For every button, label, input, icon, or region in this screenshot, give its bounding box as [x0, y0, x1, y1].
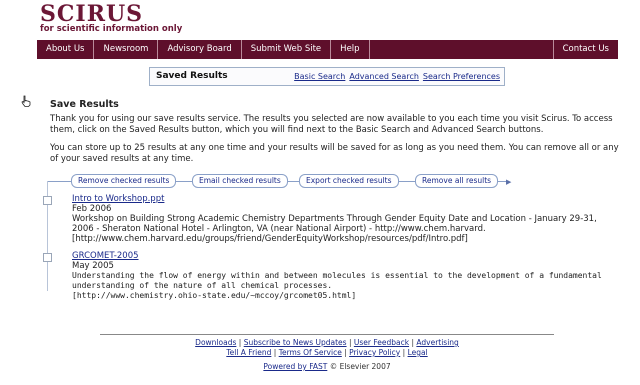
- saved-results-title: Saved Results: [156, 71, 228, 81]
- basic-search-link[interactable]: Basic Search: [294, 72, 345, 81]
- intro-paragraph: Thank you for using our save results ser…: [50, 114, 613, 135]
- result-date: Feb 2006: [72, 204, 112, 214]
- nav-newsroom[interactable]: Newsroom: [94, 40, 159, 59]
- email-checked-button[interactable]: Email checked results: [192, 174, 288, 188]
- footer-separator: |: [348, 338, 352, 347]
- footer-separator: |: [344, 348, 347, 357]
- search-links: Basic Search Advanced Search Search Pref…: [294, 72, 500, 81]
- footer-divider: [100, 334, 554, 335]
- result-description: Workshop on Building Strong Academic Che…: [72, 214, 597, 234]
- logo-wordmark: SCIRUS: [40, 1, 144, 27]
- nav-help[interactable]: Help: [331, 40, 370, 59]
- footer-separator: |: [273, 348, 277, 357]
- advanced-search-link[interactable]: Advanced Search: [349, 72, 419, 81]
- main-navbar: About Us Newsroom Advisory Board Submit …: [37, 40, 618, 59]
- remove-checked-button[interactable]: Remove checked results: [71, 174, 177, 188]
- export-checked-button[interactable]: Export checked results: [299, 174, 399, 188]
- nav-about-us[interactable]: About Us: [37, 40, 95, 59]
- result-url: [http://www.chemistry.ohio-state.edu/~mc…: [72, 291, 357, 300]
- result-description: Understanding the flow of energy within …: [72, 271, 602, 290]
- result-title-link[interactable]: GRCOMET-2005: [72, 251, 139, 261]
- nav-contact-us[interactable]: Contact Us: [552, 40, 618, 59]
- remove-all-button[interactable]: Remove all results: [415, 174, 499, 188]
- footer-separator: |: [411, 338, 414, 347]
- result-item: GRCOMET-2005 May 2005 Understanding the …: [72, 251, 612, 301]
- footer-row-1: Downloads | Subscribe to News Updates | …: [100, 338, 554, 347]
- result-checkbox[interactable]: [43, 253, 52, 262]
- hand-pointer-icon: [21, 95, 31, 107]
- nav-advisory-board[interactable]: Advisory Board: [158, 40, 242, 59]
- footer-row-3: Powered by FAST © Elsevier 2007: [100, 362, 554, 371]
- logo-tagline: for scientific information only: [40, 24, 183, 34]
- result-item: Intro to Workshop.ppt Feb 2006 Workshop …: [72, 194, 612, 244]
- arrow-right-icon: ▶: [506, 178, 512, 186]
- search-preferences-link[interactable]: Search Preferences: [423, 72, 500, 81]
- result-date: May 2005: [72, 261, 114, 271]
- result-title-link[interactable]: Intro to Workshop.ppt: [72, 194, 164, 204]
- result-checkbox[interactable]: [43, 196, 52, 205]
- footer-downloads-link[interactable]: Downloads: [195, 338, 236, 347]
- footer-separator: |: [402, 348, 406, 357]
- saved-results-bar: Saved Results Basic Search Advanced Sear…: [149, 67, 505, 86]
- storage-paragraph: You can store up to 25 results at any on…: [50, 143, 619, 164]
- main-content: Save Results Thank you for using our sav…: [50, 99, 620, 172]
- footer-feedback-link[interactable]: User Feedback: [354, 338, 409, 347]
- footer-tell-friend-link[interactable]: Tell A Friend: [226, 348, 271, 357]
- result-url: [http://www.chem.harvard.edu/groups/frie…: [72, 234, 468, 244]
- footer-privacy-link[interactable]: Privacy Policy: [349, 348, 400, 357]
- footer-terms-link[interactable]: Terms Of Service: [279, 348, 342, 357]
- footer-separator: |: [238, 338, 242, 347]
- footer-legal-link[interactable]: Legal: [408, 348, 428, 357]
- copyright-text: © Elsevier 2007: [329, 362, 391, 371]
- nav-submit-web-site[interactable]: Submit Web Site: [242, 40, 332, 59]
- footer-subscribe-link[interactable]: Subscribe to News Updates: [244, 338, 347, 347]
- powered-by-fast-link[interactable]: Powered by FAST: [263, 362, 327, 371]
- footer-row-2: Tell A Friend | Terms Of Service | Priva…: [100, 348, 554, 357]
- footer-advertising-link[interactable]: Advertising: [416, 338, 458, 347]
- page-heading: Save Results: [50, 99, 119, 110]
- scirus-logo[interactable]: SCIRUS for scientific information only: [40, 2, 182, 34]
